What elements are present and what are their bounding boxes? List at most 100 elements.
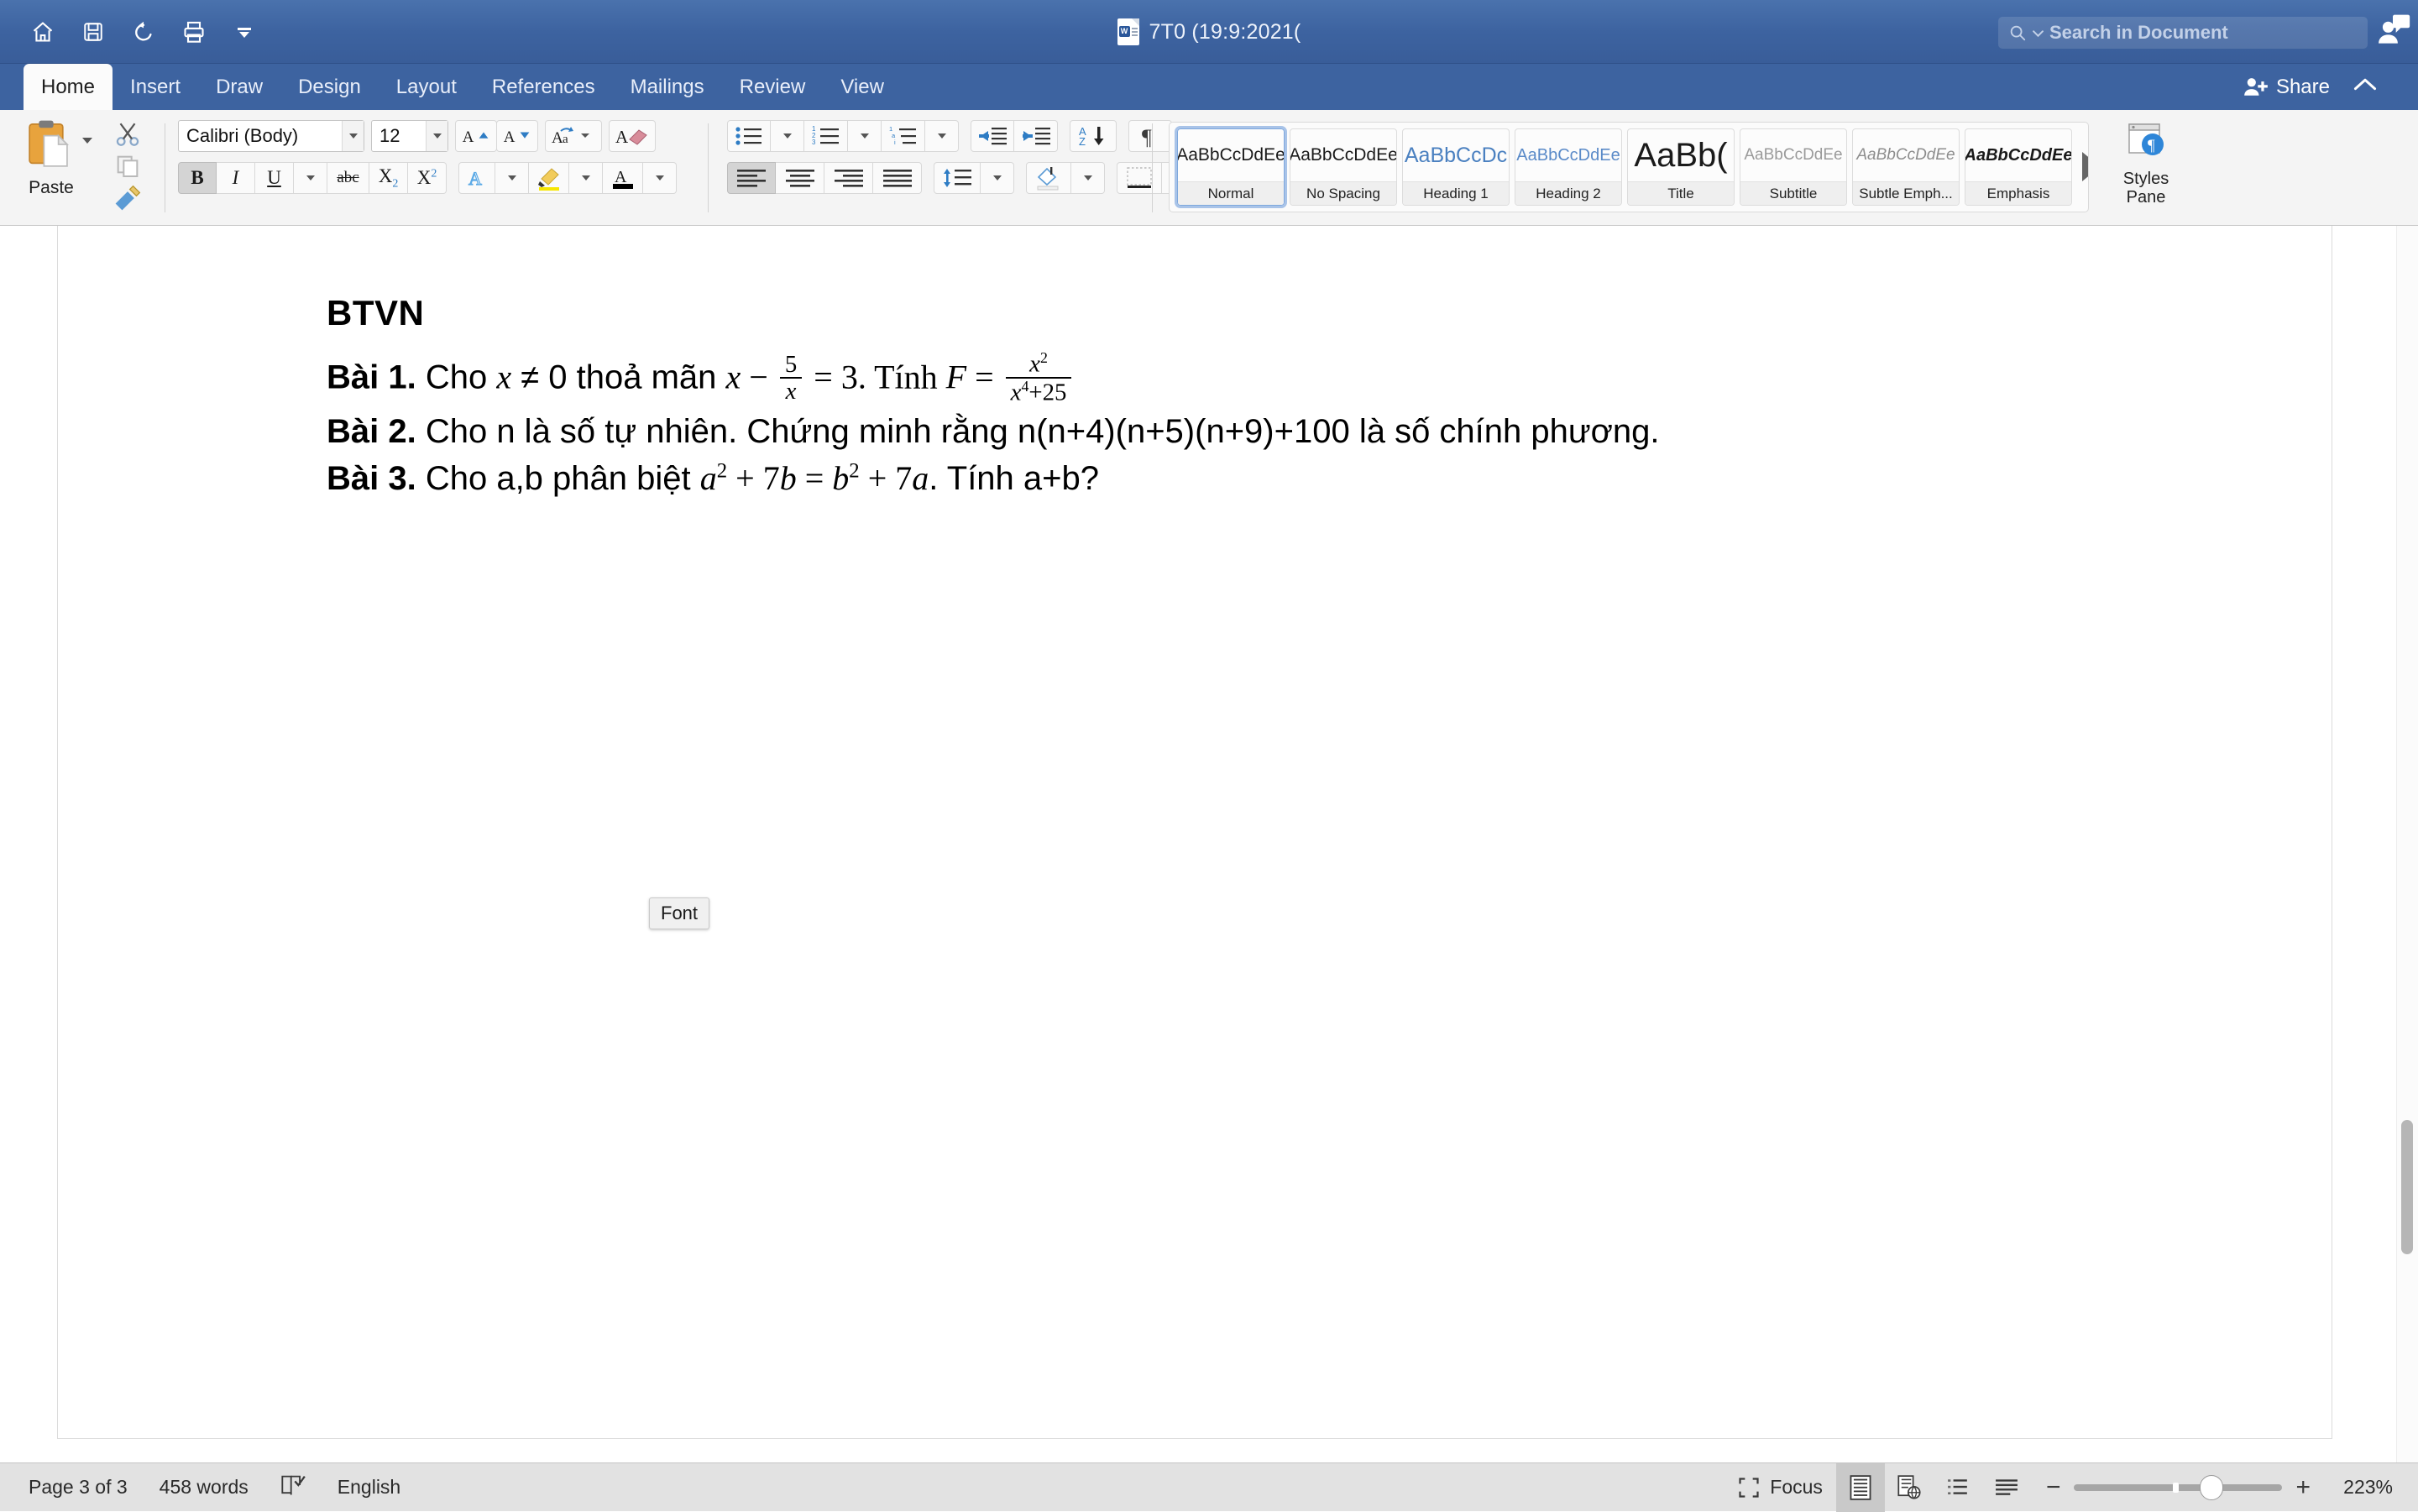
underline-button[interactable]: U bbox=[255, 162, 294, 194]
tab-insert-label: Insert bbox=[130, 76, 181, 99]
zoom-out-button[interactable]: − bbox=[2046, 1475, 2061, 1500]
page-indicator[interactable]: Page 3 of 3 bbox=[29, 1476, 128, 1499]
strikethrough-button[interactable]: abc bbox=[327, 162, 369, 194]
zoom-level[interactable]: 223% bbox=[2324, 1476, 2393, 1499]
format-painter-button[interactable] bbox=[104, 182, 151, 214]
sort-button[interactable]: A Z bbox=[1070, 120, 1117, 152]
highlight-dropdown-icon[interactable] bbox=[569, 162, 603, 194]
print-icon[interactable] bbox=[180, 18, 208, 46]
font-size-combo[interactable]: 12 bbox=[371, 120, 448, 152]
font-name-dropdown-icon[interactable] bbox=[342, 121, 364, 151]
shrink-font-button[interactable]: A bbox=[496, 120, 538, 152]
style-normal[interactable]: AaBbCcDdEe Normal bbox=[1177, 128, 1285, 206]
search-input[interactable]: Search in Document bbox=[1998, 17, 2368, 49]
numbering-button[interactable]: 1 2 3 bbox=[804, 120, 848, 152]
underline-dropdown-icon[interactable] bbox=[294, 162, 327, 194]
draft-view-button[interactable] bbox=[1982, 1463, 2031, 1512]
increase-indent-button[interactable] bbox=[1014, 120, 1058, 152]
bold-button[interactable]: B bbox=[178, 162, 217, 194]
copy-button[interactable] bbox=[104, 150, 151, 182]
tab-home[interactable]: Home bbox=[24, 64, 113, 110]
align-right-button[interactable] bbox=[824, 162, 873, 194]
shading-dropdown-icon[interactable] bbox=[1071, 162, 1105, 194]
paste-button[interactable]: Paste bbox=[15, 118, 87, 198]
tab-draw[interactable]: Draw bbox=[198, 64, 280, 110]
shrink-font-icon: A bbox=[502, 125, 532, 147]
font-size-dropdown-icon[interactable] bbox=[426, 121, 447, 151]
text-effects-dropdown-icon[interactable] bbox=[495, 162, 529, 194]
share-button[interactable]: Share bbox=[2243, 64, 2330, 110]
show-formatting-marks-button[interactable]: ¶ bbox=[1128, 120, 1172, 152]
outline-view-button[interactable] bbox=[1934, 1463, 1982, 1512]
tab-view-label: View bbox=[840, 76, 884, 99]
tab-insert[interactable]: Insert bbox=[113, 64, 198, 110]
save-icon[interactable] bbox=[79, 18, 107, 46]
change-case-button[interactable]: A a bbox=[545, 120, 602, 152]
text-effects-button[interactable]: A bbox=[458, 162, 495, 194]
decrease-indent-button[interactable] bbox=[971, 120, 1014, 152]
italic-button[interactable]: I bbox=[217, 162, 255, 194]
align-center-button[interactable] bbox=[776, 162, 824, 194]
status-bar-right: Focus bbox=[1737, 1463, 2393, 1512]
multilevel-list-button[interactable]: 1 a i bbox=[882, 120, 925, 152]
paste-dropdown-icon[interactable] bbox=[82, 144, 92, 159]
font-color-button[interactable]: A bbox=[603, 162, 643, 194]
tab-view[interactable]: View bbox=[823, 64, 902, 110]
styles-pane-button[interactable]: ¶ Styles Pane bbox=[2106, 122, 2186, 207]
style-subtle-emphasis[interactable]: AaBbCcDdEe Subtle Emph... bbox=[1852, 128, 1960, 206]
tab-design[interactable]: Design bbox=[280, 64, 379, 110]
highlight-button[interactable] bbox=[529, 162, 569, 194]
customize-toolbar-icon[interactable] bbox=[230, 18, 259, 46]
tab-layout[interactable]: Layout bbox=[379, 64, 474, 110]
font-color-dropdown-icon[interactable] bbox=[643, 162, 677, 194]
focus-mode-button[interactable]: Focus bbox=[1737, 1476, 1836, 1499]
tab-references[interactable]: References bbox=[474, 64, 613, 110]
home-icon[interactable] bbox=[29, 18, 57, 46]
superscript-button[interactable]: X2 bbox=[408, 162, 447, 194]
bullets-button[interactable] bbox=[727, 120, 771, 152]
borders-button[interactable] bbox=[1117, 162, 1162, 194]
grow-font-button[interactable]: A bbox=[455, 120, 497, 152]
justify-button[interactable] bbox=[873, 162, 922, 194]
style-emphasis[interactable]: AaBbCcDdEe Emphasis bbox=[1965, 128, 2072, 206]
vertical-scrollbar-track[interactable] bbox=[2396, 226, 2418, 1468]
undo-icon[interactable] bbox=[129, 18, 158, 46]
bullets-dropdown-icon[interactable] bbox=[771, 120, 804, 152]
clear-formatting-button[interactable]: A bbox=[609, 120, 656, 152]
word-count[interactable]: 458 words bbox=[160, 1476, 249, 1499]
web-layout-view-button[interactable] bbox=[1885, 1463, 1934, 1512]
style-heading-2[interactable]: AaBbCcDdEe Heading 2 bbox=[1515, 128, 1622, 206]
numbering-dropdown-icon[interactable] bbox=[848, 120, 882, 152]
bai-2-text: Cho n là số tự nhiên. Chứng minh rằng n(… bbox=[416, 413, 1660, 450]
font-name-combo[interactable]: Calibri (Body) bbox=[178, 120, 364, 152]
language-indicator[interactable]: English bbox=[338, 1476, 400, 1499]
vertical-scrollbar-thumb[interactable] bbox=[2401, 1120, 2413, 1254]
copy-icon bbox=[114, 153, 141, 180]
styles-gallery-more-icon[interactable] bbox=[2082, 160, 2089, 175]
ribbon-collapse-icon[interactable] bbox=[2353, 76, 2378, 98]
spell-check-icon[interactable] bbox=[280, 1473, 306, 1501]
multilevel-dropdown-icon[interactable] bbox=[925, 120, 959, 152]
line-spacing-button[interactable] bbox=[934, 162, 981, 194]
document-area[interactable]: BTVN Bài 1. Cho x ≠ 0 thoả mãn x − 5x = … bbox=[0, 226, 2418, 1468]
shading-button[interactable] bbox=[1026, 162, 1071, 194]
align-left-button[interactable] bbox=[727, 162, 776, 194]
tab-review[interactable]: Review bbox=[722, 64, 824, 110]
style-no-spacing[interactable]: AaBbCcDdEe No Spacing bbox=[1290, 128, 1397, 206]
zoom-slider-knob[interactable] bbox=[2200, 1475, 2223, 1500]
document-content[interactable]: BTVN Bài 1. Cho x ≠ 0 thoả mãn x − 5x = … bbox=[327, 293, 2258, 503]
style-subtle-emphasis-label: Subtle Emph... bbox=[1853, 181, 1959, 205]
cut-button[interactable] bbox=[104, 118, 151, 150]
document-page[interactable]: BTVN Bài 1. Cho x ≠ 0 thoả mãn x − 5x = … bbox=[57, 226, 2332, 1439]
style-heading-1[interactable]: AaBbCcDc Heading 1 bbox=[1402, 128, 1510, 206]
style-title[interactable]: AaBb( Title bbox=[1627, 128, 1735, 206]
style-subtitle[interactable]: AaBbCcDdEe Subtitle bbox=[1740, 128, 1847, 206]
zoom-slider[interactable] bbox=[2074, 1484, 2282, 1491]
zoom-in-button[interactable]: + bbox=[2295, 1475, 2311, 1500]
print-layout-view-button[interactable] bbox=[1836, 1463, 1885, 1512]
tab-mailings[interactable]: Mailings bbox=[613, 64, 722, 110]
subscript-button[interactable]: X2 bbox=[369, 162, 408, 194]
line-spacing-dropdown-icon[interactable] bbox=[981, 162, 1014, 194]
comments-user-icon[interactable] bbox=[2374, 12, 2411, 49]
sort-az-icon: A Z bbox=[1077, 124, 1109, 148]
